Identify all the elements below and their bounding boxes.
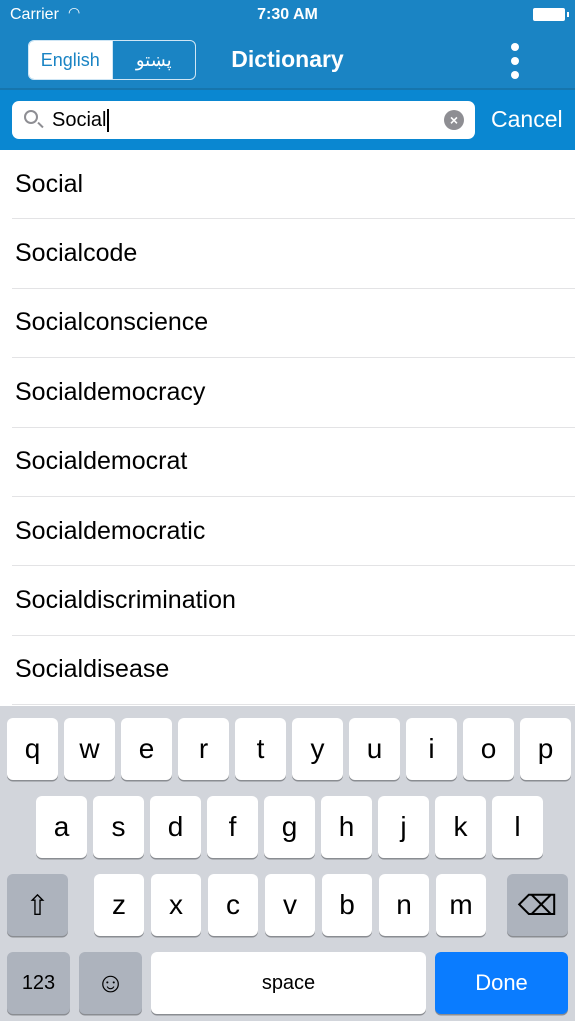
key-i[interactable]: i	[406, 718, 457, 780]
page-title: Dictionary	[231, 46, 344, 72]
list-item[interactable]: Socialdiscrimination	[12, 566, 575, 636]
list-item[interactable]: Socialdisease	[12, 636, 575, 706]
key-b[interactable]: b	[322, 874, 372, 936]
results-list: Social Socialcode Socialconscience Socialde…	[0, 150, 575, 706]
cancel-button[interactable]: Cancel	[491, 106, 563, 133]
nav-bar: English پښتو Dictionary	[0, 30, 575, 90]
search-value[interactable]: Social	[52, 109, 110, 132]
segment-pashto[interactable]: پښتو	[111, 41, 196, 79]
key-j[interactable]: j	[378, 796, 429, 858]
key-p[interactable]: p	[520, 718, 571, 780]
key-k[interactable]: k	[435, 796, 486, 858]
key-n[interactable]: n	[379, 874, 429, 936]
key-f[interactable]: f	[207, 796, 258, 858]
search-input[interactable]: Social ×	[12, 101, 475, 139]
clock: 7:30 AM	[257, 6, 318, 23]
key-l[interactable]: l	[492, 796, 543, 858]
key-t[interactable]: t	[235, 718, 286, 780]
more-options-icon[interactable]	[505, 43, 525, 79]
list-item[interactable]: Socialcode	[12, 219, 575, 289]
battery-icon	[533, 8, 569, 21]
done-key[interactable]: Done	[435, 952, 568, 1014]
status-bar: Carrier ◠ 7:30 AM	[0, 0, 575, 30]
list-item[interactable]: Social	[12, 150, 575, 220]
list-item[interactable]: Socialconscience	[12, 289, 575, 359]
clear-icon[interactable]: ×	[444, 110, 464, 130]
shift-key[interactable]: ⇧	[7, 874, 68, 936]
list-item[interactable]: Socialdemocratic	[12, 497, 575, 567]
keyboard: q w e r t y u i o p a s d f g h j k l ⇧ z x c v b n m ⌫ 123 ☺ space Don…	[0, 706, 575, 1021]
key-w[interactable]: w	[64, 718, 115, 780]
key-u[interactable]: u	[349, 718, 400, 780]
numbers-key[interactable]: 123	[7, 952, 70, 1014]
key-m[interactable]: m	[436, 874, 486, 936]
key-o[interactable]: o	[463, 718, 514, 780]
key-s[interactable]: s	[93, 796, 144, 858]
key-v[interactable]: v	[265, 874, 315, 936]
key-e[interactable]: e	[121, 718, 172, 780]
segment-english[interactable]: English	[29, 41, 112, 79]
key-a[interactable]: a	[36, 796, 87, 858]
search-icon	[24, 110, 38, 124]
key-y[interactable]: y	[292, 718, 343, 780]
key-c[interactable]: c	[208, 874, 258, 936]
key-g[interactable]: g	[264, 796, 315, 858]
key-r[interactable]: r	[178, 718, 229, 780]
search-bar: Social × Cancel	[0, 90, 575, 150]
list-item[interactable]: Socialdemocrat	[12, 428, 575, 497]
key-h[interactable]: h	[321, 796, 372, 858]
key-z[interactable]: z	[94, 874, 144, 936]
key-d[interactable]: d	[150, 796, 201, 858]
key-q[interactable]: q	[7, 718, 58, 780]
list-item[interactable]: Socialdemocracy	[12, 358, 575, 428]
space-key[interactable]: space	[151, 952, 426, 1014]
language-segmented-control[interactable]: English پښتو	[28, 40, 196, 80]
delete-key[interactable]: ⌫	[507, 874, 568, 936]
emoji-key[interactable]: ☺	[79, 952, 142, 1014]
key-x[interactable]: x	[151, 874, 201, 936]
